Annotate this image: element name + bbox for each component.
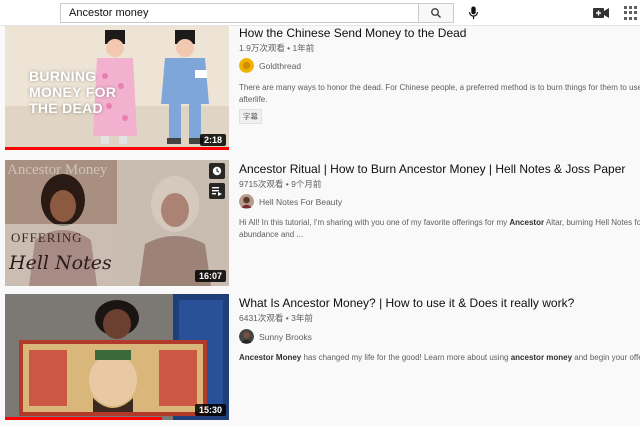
video-duration: 16:07 <box>194 270 226 282</box>
voice-search-button[interactable] <box>464 4 482 22</box>
apps-dot <box>624 11 627 15</box>
description-line: afterlife. <box>239 95 268 104</box>
description-text: has changed my life for the good! Learn … <box>301 353 511 362</box>
apps-dot <box>624 6 627 9</box>
thumbnail-watermark: Ancestor Money <box>7 162 108 178</box>
thumbnail-text-line: BURNING <box>29 68 97 84</box>
channel-link[interactable]: Goldthread <box>239 58 301 73</box>
video-description: Ancestor Money has changed my life for t… <box>239 352 640 364</box>
add-to-queue-button[interactable] <box>209 183 225 199</box>
watch-later-button[interactable] <box>209 163 225 179</box>
video-description: There are many ways to honor the dead. F… <box>239 82 640 106</box>
video-description: Hi All! In this tutorial, I'm sharing wi… <box>239 217 640 241</box>
apps-dot <box>634 6 637 9</box>
video-meta: 1.9万次观看 • 1年前 <box>239 43 315 53</box>
channel-link[interactable]: Hell Notes For Beauty <box>239 194 342 209</box>
add-to-queue-icon <box>212 187 222 196</box>
apps-dot <box>629 6 632 9</box>
description-line: There are many ways to honor the dead. F… <box>239 83 640 92</box>
video-result[interactable]: 15:30 What Is Ancestor Money? | How to u… <box>0 294 640 426</box>
channel-name: Hell Notes For Beauty <box>259 196 343 207</box>
video-thumbnail[interactable]: BURNING MONEY FOR THE DEAD 2:18 <box>5 26 229 150</box>
apps-icon[interactable] <box>624 6 638 20</box>
search-icon <box>431 8 441 18</box>
video-result[interactable]: Ancestor Money OFFERING Hell Notes 16:07… <box>0 160 640 290</box>
thumbnail-text-line: Hell Notes <box>9 252 112 274</box>
create-button[interactable] <box>592 5 610 21</box>
description-line: abundance and ... <box>239 230 304 239</box>
description-highlight: Ancestor <box>509 218 545 227</box>
description-text: Altar, burning Hell Notes for <box>544 218 640 227</box>
thumbnail-text-line: MONEY FOR <box>29 84 117 100</box>
channel-name: Sunny Brooks <box>259 331 312 342</box>
channel-name: Goldthread <box>259 60 302 71</box>
video-title[interactable]: Ancestor Ritual | How to Burn Ancestor M… <box>239 162 625 176</box>
apps-dot <box>634 16 637 20</box>
channel-avatar <box>239 58 254 73</box>
thumbnail-headline: BURNING MONEY FOR THE DEAD <box>29 68 116 116</box>
video-title[interactable]: What Is Ancestor Money? | How to use it … <box>239 296 574 310</box>
thumbnail-text-line: OFFERING <box>11 230 83 245</box>
search-input[interactable]: Ancestor money <box>60 3 418 23</box>
channel-avatar <box>239 194 254 209</box>
description-highlight: Ancestor Money <box>239 353 302 362</box>
apps-dot <box>624 16 627 20</box>
apps-dot <box>634 11 637 15</box>
description-highlight: ancestor money <box>510 353 573 362</box>
video-duration: 15:30 <box>194 404 226 416</box>
video-thumbnail[interactable]: 15:30 <box>5 294 229 420</box>
channel-link[interactable]: Sunny Brooks <box>239 329 312 344</box>
create-video-icon <box>593 8 609 18</box>
channel-avatar <box>239 329 254 344</box>
thumbnail-image <box>5 294 229 420</box>
watch-progress-bar <box>5 417 162 420</box>
watch-progress-bar <box>5 147 229 150</box>
mic-icon <box>468 6 478 20</box>
apps-dot <box>629 16 632 20</box>
apps-dot <box>629 11 632 15</box>
description-text: and begin your offer <box>572 353 640 362</box>
video-title[interactable]: How the Chinese Send Money to the Dead <box>239 26 466 40</box>
masthead: Ancestor money <box>0 0 640 26</box>
subtitles-badge: 字幕 <box>239 109 262 124</box>
search-button[interactable] <box>418 3 454 23</box>
video-thumbnail[interactable]: Ancestor Money OFFERING Hell Notes 16:07 <box>5 160 229 286</box>
description-line: Ancestor Money has changed my life for t… <box>239 352 640 364</box>
video-meta: 9715次观看 • 9个月前 <box>239 179 322 189</box>
video-duration: 2:18 <box>199 134 226 146</box>
video-result[interactable]: BURNING MONEY FOR THE DEAD 2:18 How the … <box>0 26 640 156</box>
video-meta: 6431次观看 • 3年前 <box>239 313 313 323</box>
thumbnail-text-line: THE DEAD <box>29 100 103 116</box>
description-line: Hi All! In this tutorial, I'm sharing wi… <box>239 217 640 229</box>
description-text: Hi All! In this tutorial, I'm sharing wi… <box>239 218 510 227</box>
watch-later-icon <box>212 166 222 176</box>
